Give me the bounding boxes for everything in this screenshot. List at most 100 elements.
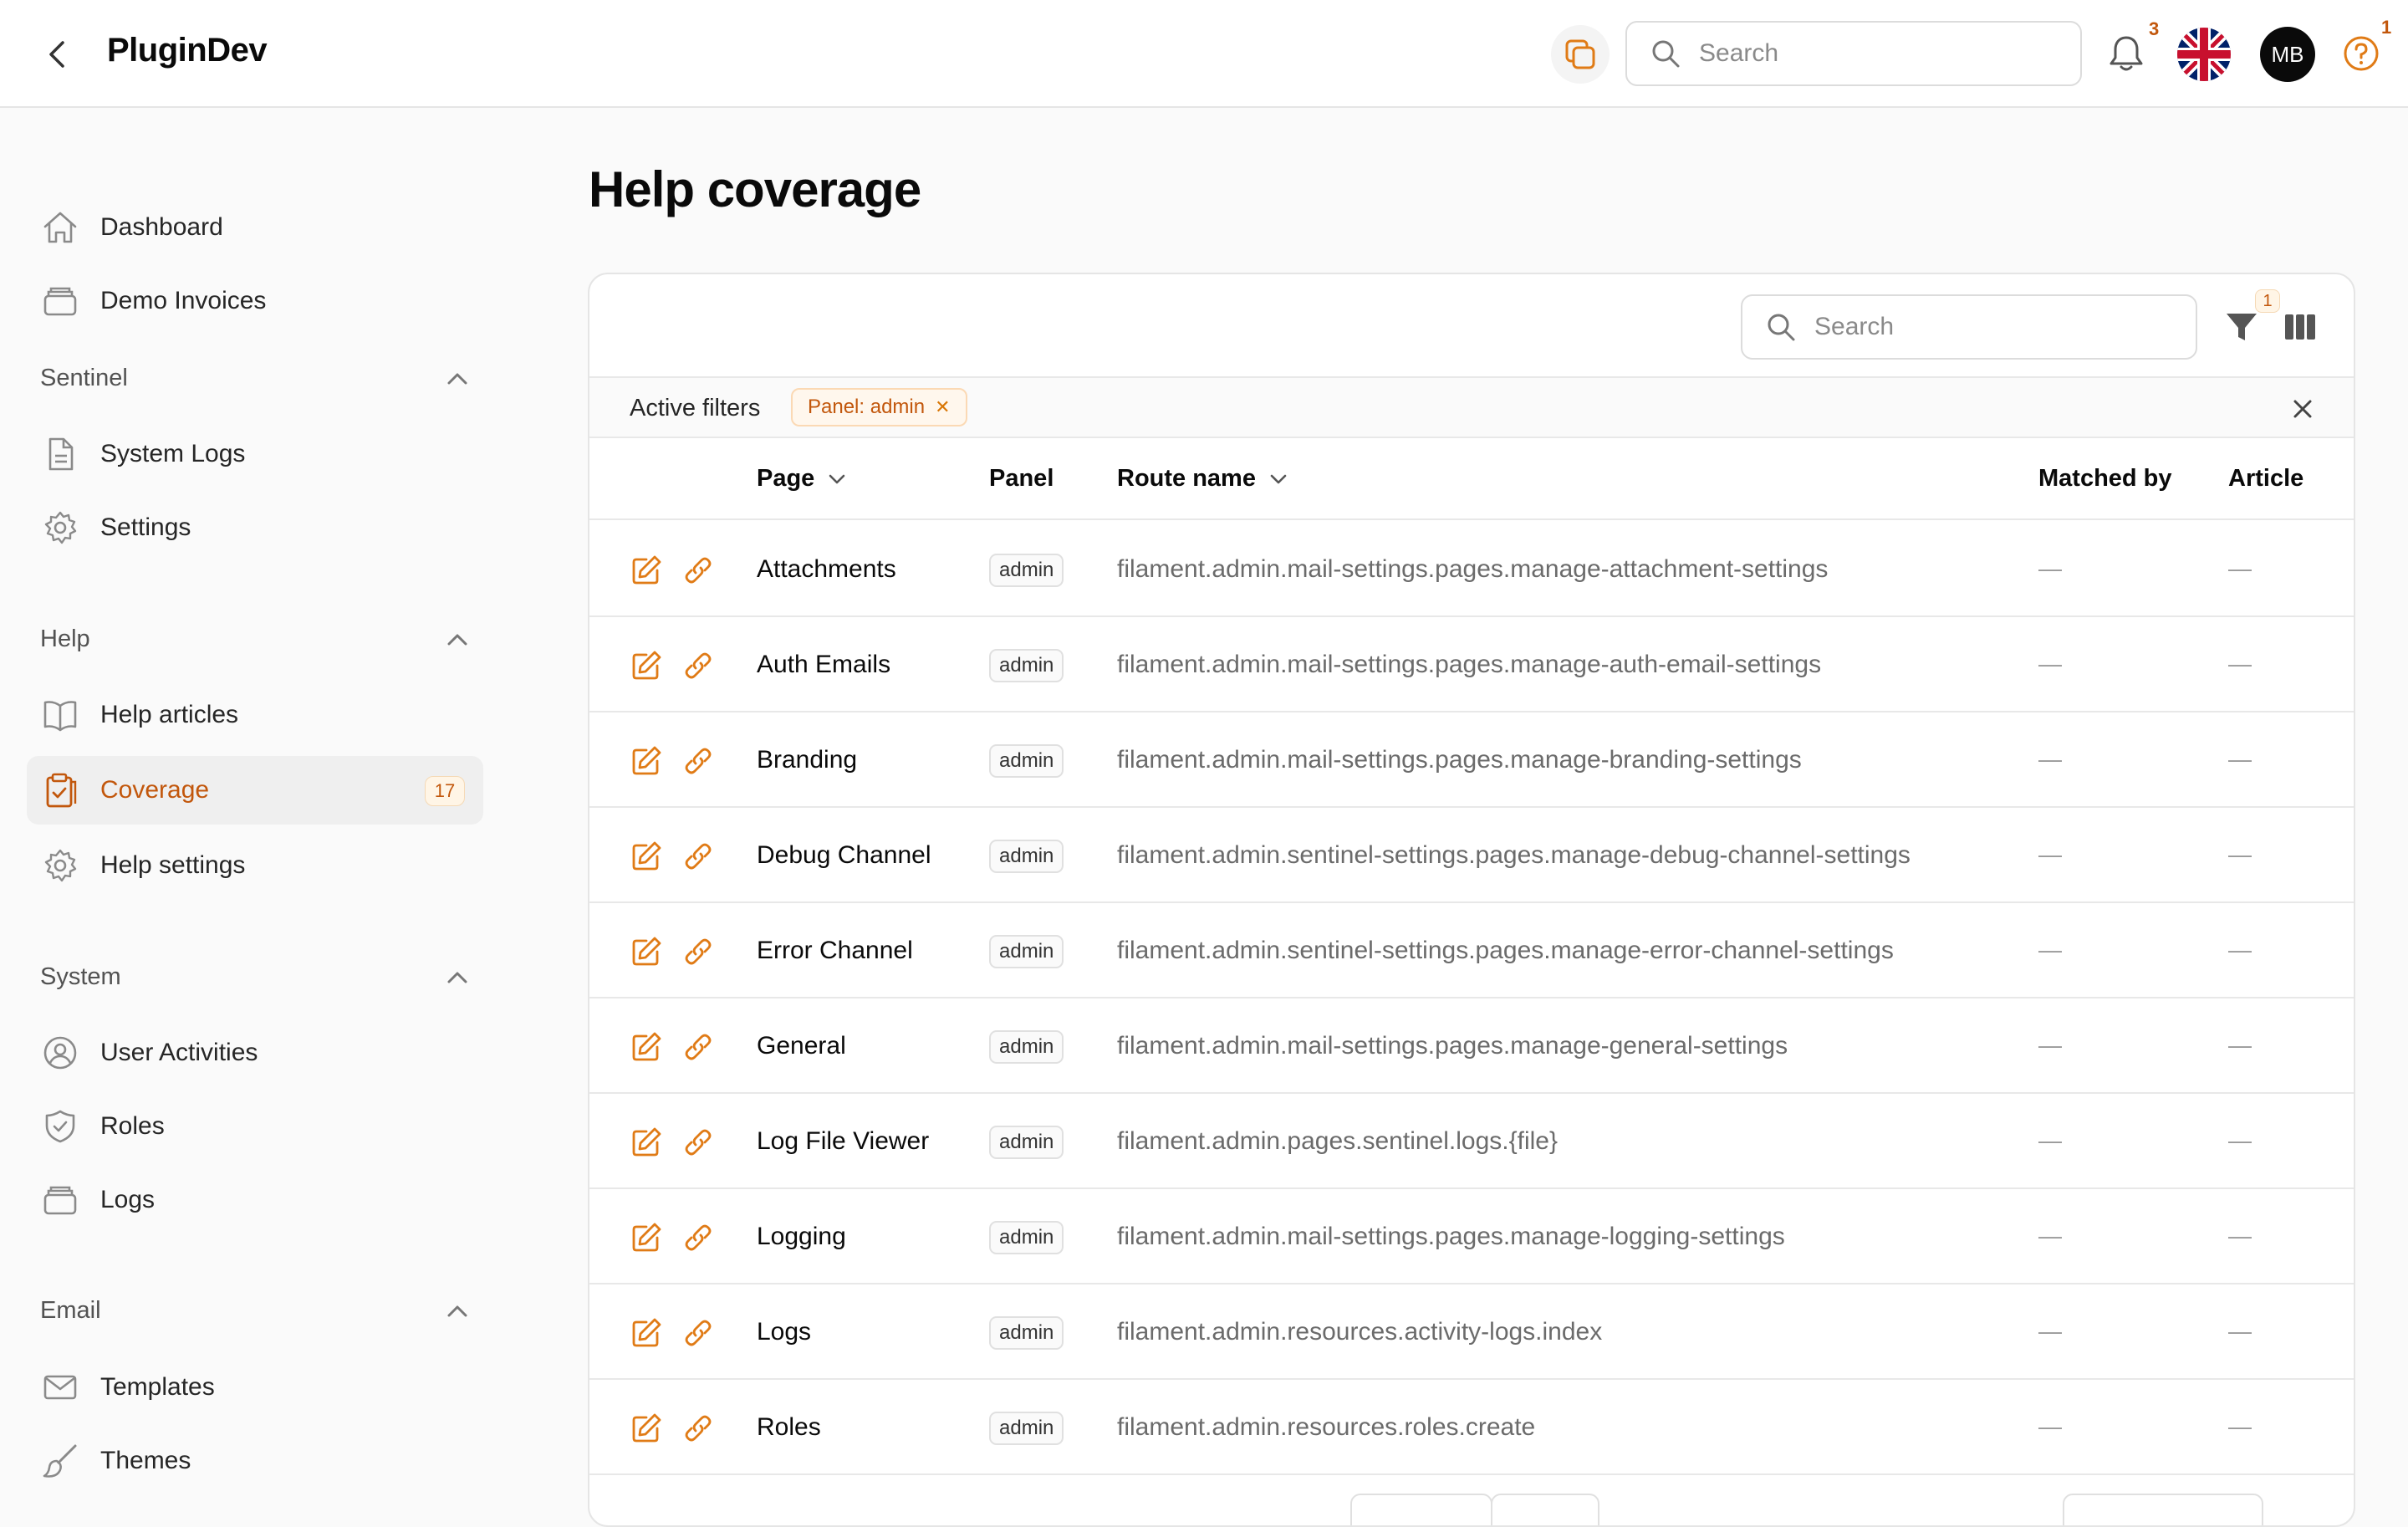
link-icon[interactable] <box>681 1126 715 1159</box>
cell-article: — <box>2228 1127 2252 1153</box>
sidebar-item-dashboard[interactable]: Dashboard <box>27 193 483 262</box>
sidebar-item-help-articles[interactable]: Help articles <box>27 681 483 749</box>
remove-filter-icon[interactable]: ✕ <box>935 396 950 418</box>
link-icon[interactable] <box>681 649 715 682</box>
shield-icon <box>42 1108 79 1145</box>
panel-badge: admin <box>989 554 1064 587</box>
clear-filters-button[interactable] <box>2288 395 2317 423</box>
close-icon <box>2293 400 2312 418</box>
cell-article: — <box>2228 651 2252 677</box>
active-filter-chip-label: Panel: admin <box>808 396 926 418</box>
tenant-switch-button[interactable] <box>1551 25 1610 84</box>
edit-icon[interactable] <box>630 1412 663 1445</box>
table-row[interactable]: Debug Channel admin filament.admin.sentine… <box>589 808 2354 903</box>
panel-badge: admin <box>989 744 1064 778</box>
column-header-page[interactable]: Page <box>757 465 846 493</box>
link-icon[interactable] <box>681 744 715 778</box>
table-row[interactable]: Logs admin filament.admin.resources.activi… <box>589 1284 2354 1380</box>
link-icon[interactable] <box>681 840 715 873</box>
sidebar-item-label: User Activities <box>100 1039 258 1066</box>
edit-icon[interactable] <box>630 649 663 682</box>
column-header-label: Route name <box>1117 465 1256 492</box>
top-bar: PluginDev 3 MB 1 <box>0 0 2408 108</box>
cell-page: Auth Emails <box>757 651 891 678</box>
table-row[interactable]: General admin filament.admin.mail-settings… <box>589 998 2354 1094</box>
table-row[interactable]: Attachments admin filament.admin.mail-sett… <box>589 522 2354 617</box>
sidebar-item-user-activities[interactable]: User Activities <box>27 1019 483 1087</box>
notifications-button[interactable] <box>2107 33 2145 74</box>
link-icon[interactable] <box>681 554 715 587</box>
sidebar-item-label: Settings <box>100 513 191 541</box>
cell-article: — <box>2228 1413 2252 1439</box>
panel-badge: admin <box>989 1412 1064 1445</box>
search-icon <box>1768 314 1795 341</box>
global-search-input[interactable] <box>1699 39 2033 68</box>
link-icon[interactable] <box>681 1221 715 1254</box>
table-row[interactable]: Error Channel admin filament.admin.sentine… <box>589 903 2354 998</box>
column-header-route[interactable]: Route name <box>1117 465 1288 493</box>
chevron-down-icon <box>1270 474 1287 483</box>
link-icon[interactable] <box>681 1030 715 1064</box>
filter-count-badge: 1 <box>2255 289 2280 313</box>
language-switcher[interactable] <box>2177 28 2231 81</box>
user-circle-icon <box>42 1034 79 1071</box>
table-row[interactable]: Logging admin filament.admin.mail-settings… <box>589 1189 2354 1284</box>
cell-route-name: filament.admin.pages.sentinel.logs.{file… <box>1117 1127 1558 1155</box>
sidebar-item-system-logs[interactable]: System Logs <box>27 420 483 488</box>
sidebar-item-roles[interactable]: Roles <box>27 1092 483 1161</box>
edit-icon[interactable] <box>630 935 663 968</box>
link-icon[interactable] <box>681 1412 715 1445</box>
edit-icon[interactable] <box>630 1221 663 1254</box>
toggle-columns-button[interactable] <box>2282 309 2319 345</box>
panel-badge: admin <box>989 1126 1064 1159</box>
sidebar-item-settings[interactable]: Settings <box>27 493 483 562</box>
edit-icon[interactable] <box>630 1030 663 1064</box>
table-search[interactable] <box>1741 294 2197 360</box>
sidebar-item-label: Roles <box>100 1112 165 1140</box>
edit-icon[interactable] <box>630 744 663 778</box>
sidebar-group-label: Help <box>40 626 90 652</box>
link-icon[interactable] <box>681 1316 715 1350</box>
help-button[interactable] <box>2341 33 2381 74</box>
sidebar-group-system[interactable]: System <box>40 963 468 991</box>
cell-matched-by: — <box>2038 1318 2062 1344</box>
question-circle-icon <box>2344 36 2379 71</box>
user-avatar[interactable]: MB <box>2260 27 2315 82</box>
sidebar-item-templates[interactable]: Templates <box>27 1353 483 1422</box>
table-row[interactable]: Auth Emails admin filament.admin.mail-sett… <box>589 617 2354 712</box>
edit-icon[interactable] <box>630 840 663 873</box>
cell-article: — <box>2228 937 2252 963</box>
sidebar-item-coverage[interactable]: Coverage 17 <box>27 756 483 825</box>
sidebar-item-logs[interactable]: Logs <box>27 1166 483 1234</box>
sidebar-group-sentinel[interactable]: Sentinel <box>40 365 468 392</box>
sidebar-item-help-settings[interactable]: Help settings <box>27 831 483 900</box>
back-button[interactable] <box>38 37 77 72</box>
global-search[interactable] <box>1625 21 2082 86</box>
pagination-control[interactable] <box>1491 1494 1599 1525</box>
sidebar-group-email[interactable]: Email <box>40 1297 468 1325</box>
sidebar-group-help[interactable]: Help <box>40 626 468 653</box>
table-search-input[interactable] <box>1814 313 2149 341</box>
sidebar-item-demo-invoices[interactable]: Demo Invoices <box>27 267 483 335</box>
edit-icon[interactable] <box>630 554 663 587</box>
column-header-panel: Panel <box>989 465 1054 493</box>
clipboard-check-icon <box>42 772 79 809</box>
table-row[interactable]: Roles admin filament.admin.resources.roles… <box>589 1380 2354 1475</box>
table-row[interactable]: Log File Viewer admin filament.admin.pages… <box>589 1094 2354 1189</box>
coverage-table-card: 1 Active filters Panel: admin ✕ Page Pan… <box>588 273 2355 1527</box>
pagination-control[interactable] <box>1350 1494 1492 1525</box>
pagination-control[interactable] <box>2063 1494 2263 1525</box>
sidebar-group-label: System <box>40 963 121 990</box>
cell-route-name: filament.admin.sentinel-settings.pages.m… <box>1117 841 1911 869</box>
cell-matched-by: — <box>2038 746 2062 772</box>
cell-article: — <box>2228 1318 2252 1344</box>
edit-icon[interactable] <box>630 1316 663 1350</box>
table-row[interactable]: Branding admin filament.admin.mail-setting… <box>589 712 2354 808</box>
envelope-icon <box>42 1369 79 1406</box>
cell-article: — <box>2228 555 2252 581</box>
filter-button[interactable] <box>2224 309 2259 345</box>
link-icon[interactable] <box>681 935 715 968</box>
cell-route-name: filament.admin.resources.activity-logs.i… <box>1117 1318 1603 1346</box>
edit-icon[interactable] <box>630 1126 663 1159</box>
sidebar-item-themes[interactable]: Themes <box>27 1427 483 1495</box>
